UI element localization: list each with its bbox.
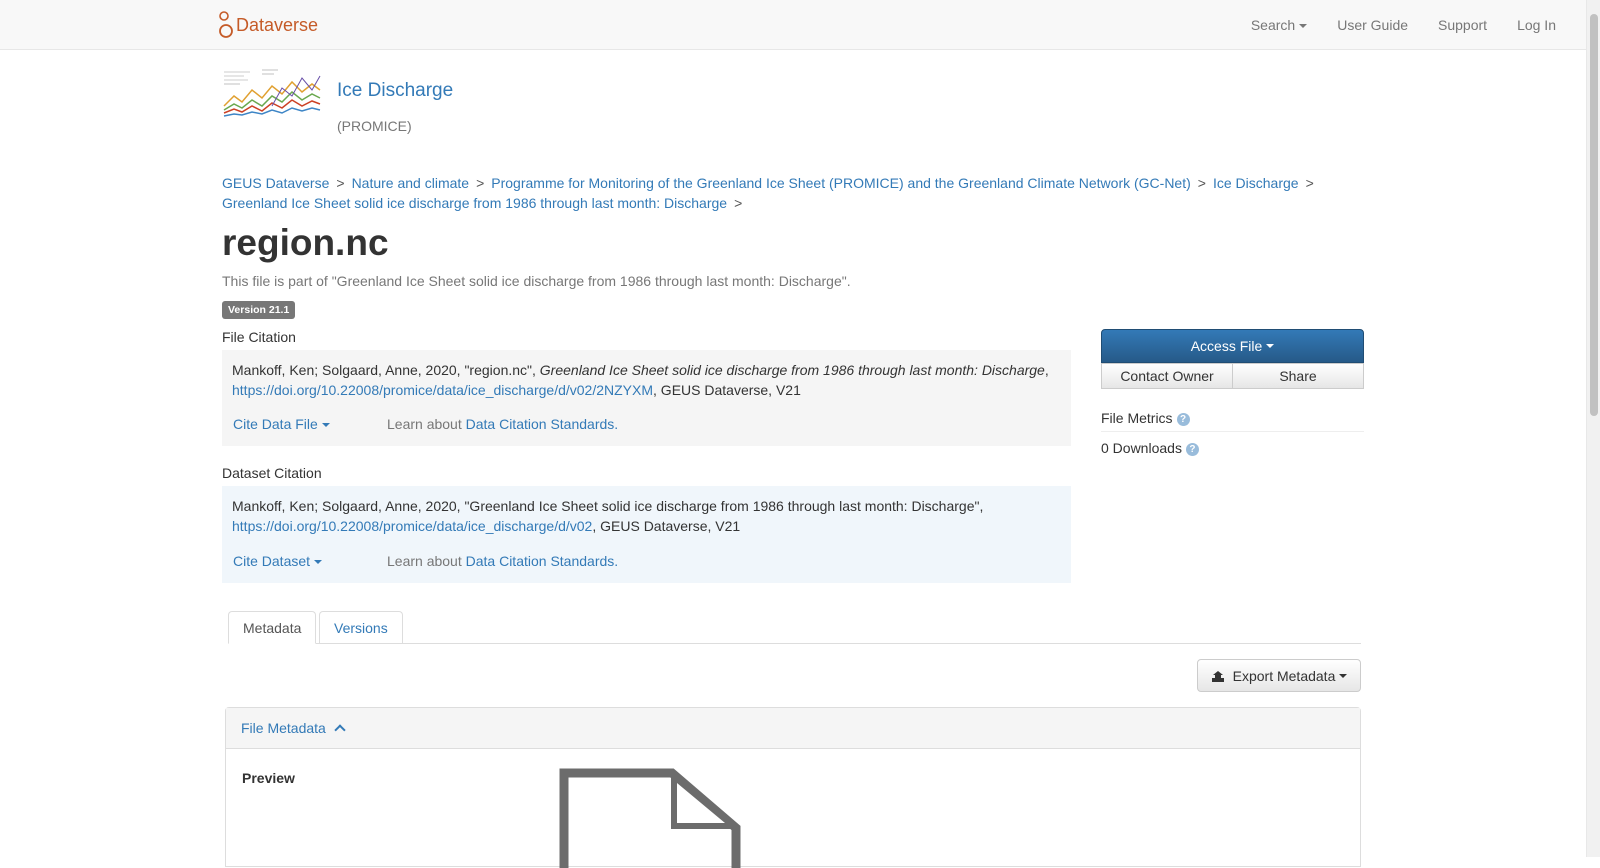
breadcrumb-dataset[interactable]: Greenland Ice Sheet solid ice discharge … (222, 195, 727, 211)
cite-dataset-label: Cite Dataset (233, 553, 311, 569)
chevron-up-icon (334, 724, 346, 736)
cite-data-file-button[interactable]: Cite Data File (233, 414, 330, 434)
dataverse-affiliation: (PROMICE) (337, 118, 412, 134)
export-metadata-button[interactable]: Export Metadata (1197, 659, 1361, 692)
dataset-citation-suffix: , GEUS Dataverse, V21 (592, 518, 741, 534)
access-file-button[interactable]: Access File (1101, 329, 1364, 363)
dataverse-name-link[interactable]: Ice Discharge (337, 80, 453, 102)
search-menu[interactable]: Search (1250, 17, 1308, 33)
file-citation-doi-link[interactable]: https://doi.org/10.22008/promice/data/ic… (232, 382, 653, 398)
top-navbar: Dataverse Search User Guide Support Log … (0, 0, 1586, 50)
share-button[interactable]: Share (1233, 363, 1364, 389)
dataverse-logo-thumbnail (222, 66, 322, 118)
help-icon[interactable]: ? (1176, 412, 1190, 426)
help-icon[interactable]: ? (1185, 442, 1199, 456)
breadcrumb-separator: > (734, 195, 743, 211)
dataverse-logo-icon (219, 11, 233, 38)
file-citation-dataset-title: Greenland Ice Sheet solid ice discharge … (539, 362, 1045, 378)
version-badge: Version 21.1 (222, 301, 296, 319)
caret-down-icon (321, 423, 330, 428)
file-citation-actions: Cite Data File Learn about Data Citation… (233, 414, 618, 434)
preview-label: Preview (242, 770, 295, 786)
support-link[interactable]: Support (1438, 17, 1487, 33)
search-menu-label: Search (1250, 17, 1296, 33)
cite-data-file-label: Cite Data File (233, 416, 318, 432)
file-citation-label: File Citation (222, 329, 296, 345)
file-citation-box: Mankoff, Ken; Solgaard, Anne, 2020, "reg… (222, 350, 1071, 446)
downloads-label: 0 Downloads (1101, 440, 1182, 456)
file-metrics-label: File Metrics (1101, 410, 1173, 426)
nav-links: Search User Guide Support Log In (1221, 0, 1556, 50)
file-citation-comma: , (1044, 362, 1049, 378)
file-citation-text: Mankoff, Ken; Solgaard, Anne, 2020, "reg… (232, 360, 1061, 400)
breadcrumb-geus-dataverse[interactable]: GEUS Dataverse (222, 175, 329, 191)
tab-metadata[interactable]: Metadata (228, 611, 317, 644)
file-icon (559, 768, 741, 868)
file-action-buttons: Contact Owner Share (1101, 363, 1364, 389)
cite-dataset-button[interactable]: Cite Dataset (233, 551, 323, 571)
file-citation-authors: Mankoff, Ken; Solgaard, Anne, 2020, "reg… (232, 362, 540, 378)
caret-down-icon (1339, 673, 1348, 678)
file-metrics-heading: File Metrics? (1101, 410, 1364, 432)
breadcrumb-ice-discharge[interactable]: Ice Discharge (1213, 175, 1299, 191)
learn-about-text: Learn about (387, 553, 466, 569)
dataset-citation-actions: Cite Dataset Learn about Data Citation S… (233, 551, 618, 571)
dataset-citation-body: Mankoff, Ken; Solgaard, Anne, 2020, "Gre… (232, 498, 984, 514)
export-metadata-label: Export Metadata (1232, 667, 1336, 684)
data-citation-standards-link[interactable]: Data Citation Standards. (466, 553, 619, 569)
learn-about-citation: Learn about Data Citation Standards. (387, 414, 618, 434)
scrollbar-thumb[interactable] (1590, 14, 1598, 416)
caret-down-icon (1266, 344, 1275, 348)
dataset-citation-box: Mankoff, Ken; Solgaard, Anne, 2020, "Gre… (222, 486, 1071, 583)
login-link[interactable]: Log In (1517, 17, 1556, 33)
file-metadata-toggle[interactable]: File Metadata (241, 720, 326, 736)
page-title: region.nc (222, 222, 389, 263)
learn-about-citation: Learn about Data Citation Standards. (387, 551, 618, 571)
export-icon (1211, 670, 1224, 682)
breadcrumb: GEUS Dataverse > Nature and climate > Progra… (222, 173, 1362, 213)
access-file-label: Access File (1190, 338, 1263, 354)
brand-name: Dataverse (236, 14, 319, 35)
dataset-citation-text: Mankoff, Ken; Solgaard, Anne, 2020, "Gre… (232, 496, 1061, 536)
file-metadata-panel: File Metadata Preview (225, 707, 1361, 868)
file-citation-suffix: , GEUS Dataverse, V21 (653, 382, 801, 398)
downloads-count: 0 Downloads? (1101, 440, 1199, 456)
dataset-citation-doi-link[interactable]: https://doi.org/10.22008/promice/data/ic… (232, 518, 592, 534)
data-citation-standards-link[interactable]: Data Citation Standards. (466, 416, 619, 432)
breadcrumb-separator: > (336, 175, 345, 191)
breadcrumb-separator: > (1197, 175, 1206, 191)
caret-down-icon (314, 560, 323, 565)
learn-about-text: Learn about (387, 416, 466, 432)
brand-link[interactable]: Dataverse (218, 9, 318, 41)
part-of-text: This file is part of "Greenland Ice Shee… (222, 273, 851, 289)
user-guide-link[interactable]: User Guide (1337, 17, 1408, 33)
caret-down-icon (1299, 24, 1308, 29)
breadcrumb-nature-and-climate[interactable]: Nature and climate (352, 175, 470, 191)
breadcrumb-separator: > (476, 175, 485, 191)
file-metadata-header[interactable]: File Metadata (226, 708, 1360, 749)
dataset-citation-label: Dataset Citation (222, 465, 322, 481)
tab-versions[interactable]: Versions (319, 611, 403, 644)
page-scrollbar[interactable] (1586, 0, 1600, 857)
breadcrumb-promice[interactable]: Programme for Monitoring of the Greenlan… (491, 175, 1191, 191)
contact-owner-button[interactable]: Contact Owner (1101, 363, 1233, 389)
breadcrumb-separator: > (1305, 175, 1314, 191)
